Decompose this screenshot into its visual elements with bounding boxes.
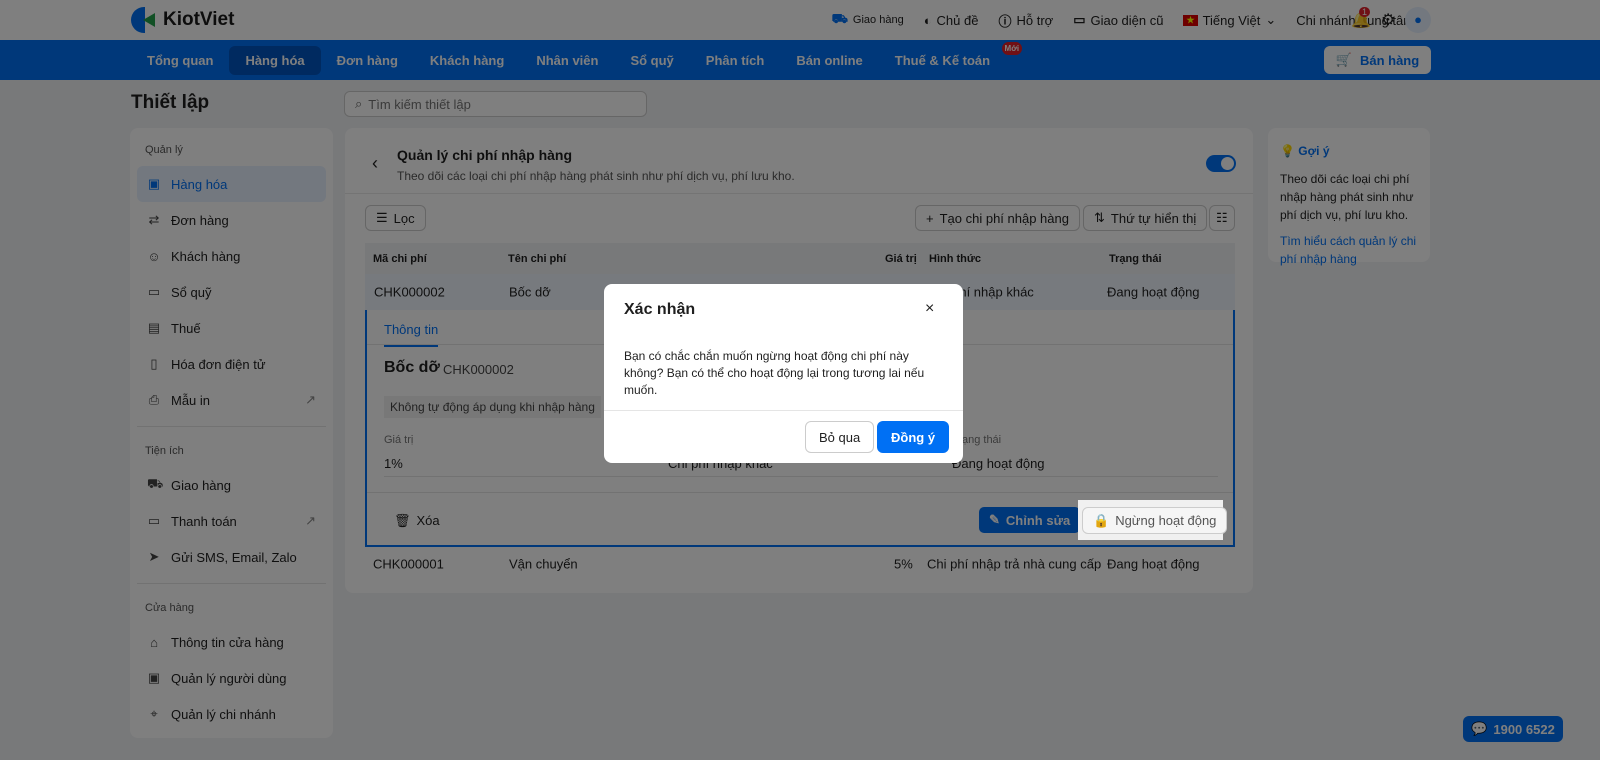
dialog-message: Bạn có chắc chắn muốn ngừng hoạt động ch… [624, 349, 925, 397]
confirm-label: Đồng ý [891, 429, 936, 445]
cancel-label: Bỏ qua [819, 429, 861, 445]
deactivate-button[interactable]: 🔒 Ngừng hoạt động [1082, 507, 1228, 534]
cancel-button[interactable]: Bỏ qua [805, 421, 875, 453]
confirm-button[interactable]: Đồng ý [877, 421, 950, 453]
dialog-title: Xác nhận [624, 301, 696, 318]
deactivate-label: Ngừng hoạt động [1115, 513, 1217, 528]
close-icon[interactable]: × [925, 300, 934, 318]
lock-icon: 🔒 [1093, 512, 1110, 528]
divider [604, 410, 963, 411]
confirm-dialog: Xác nhận × Bạn có chắc chắn muốn ngừng h… [604, 284, 963, 463]
